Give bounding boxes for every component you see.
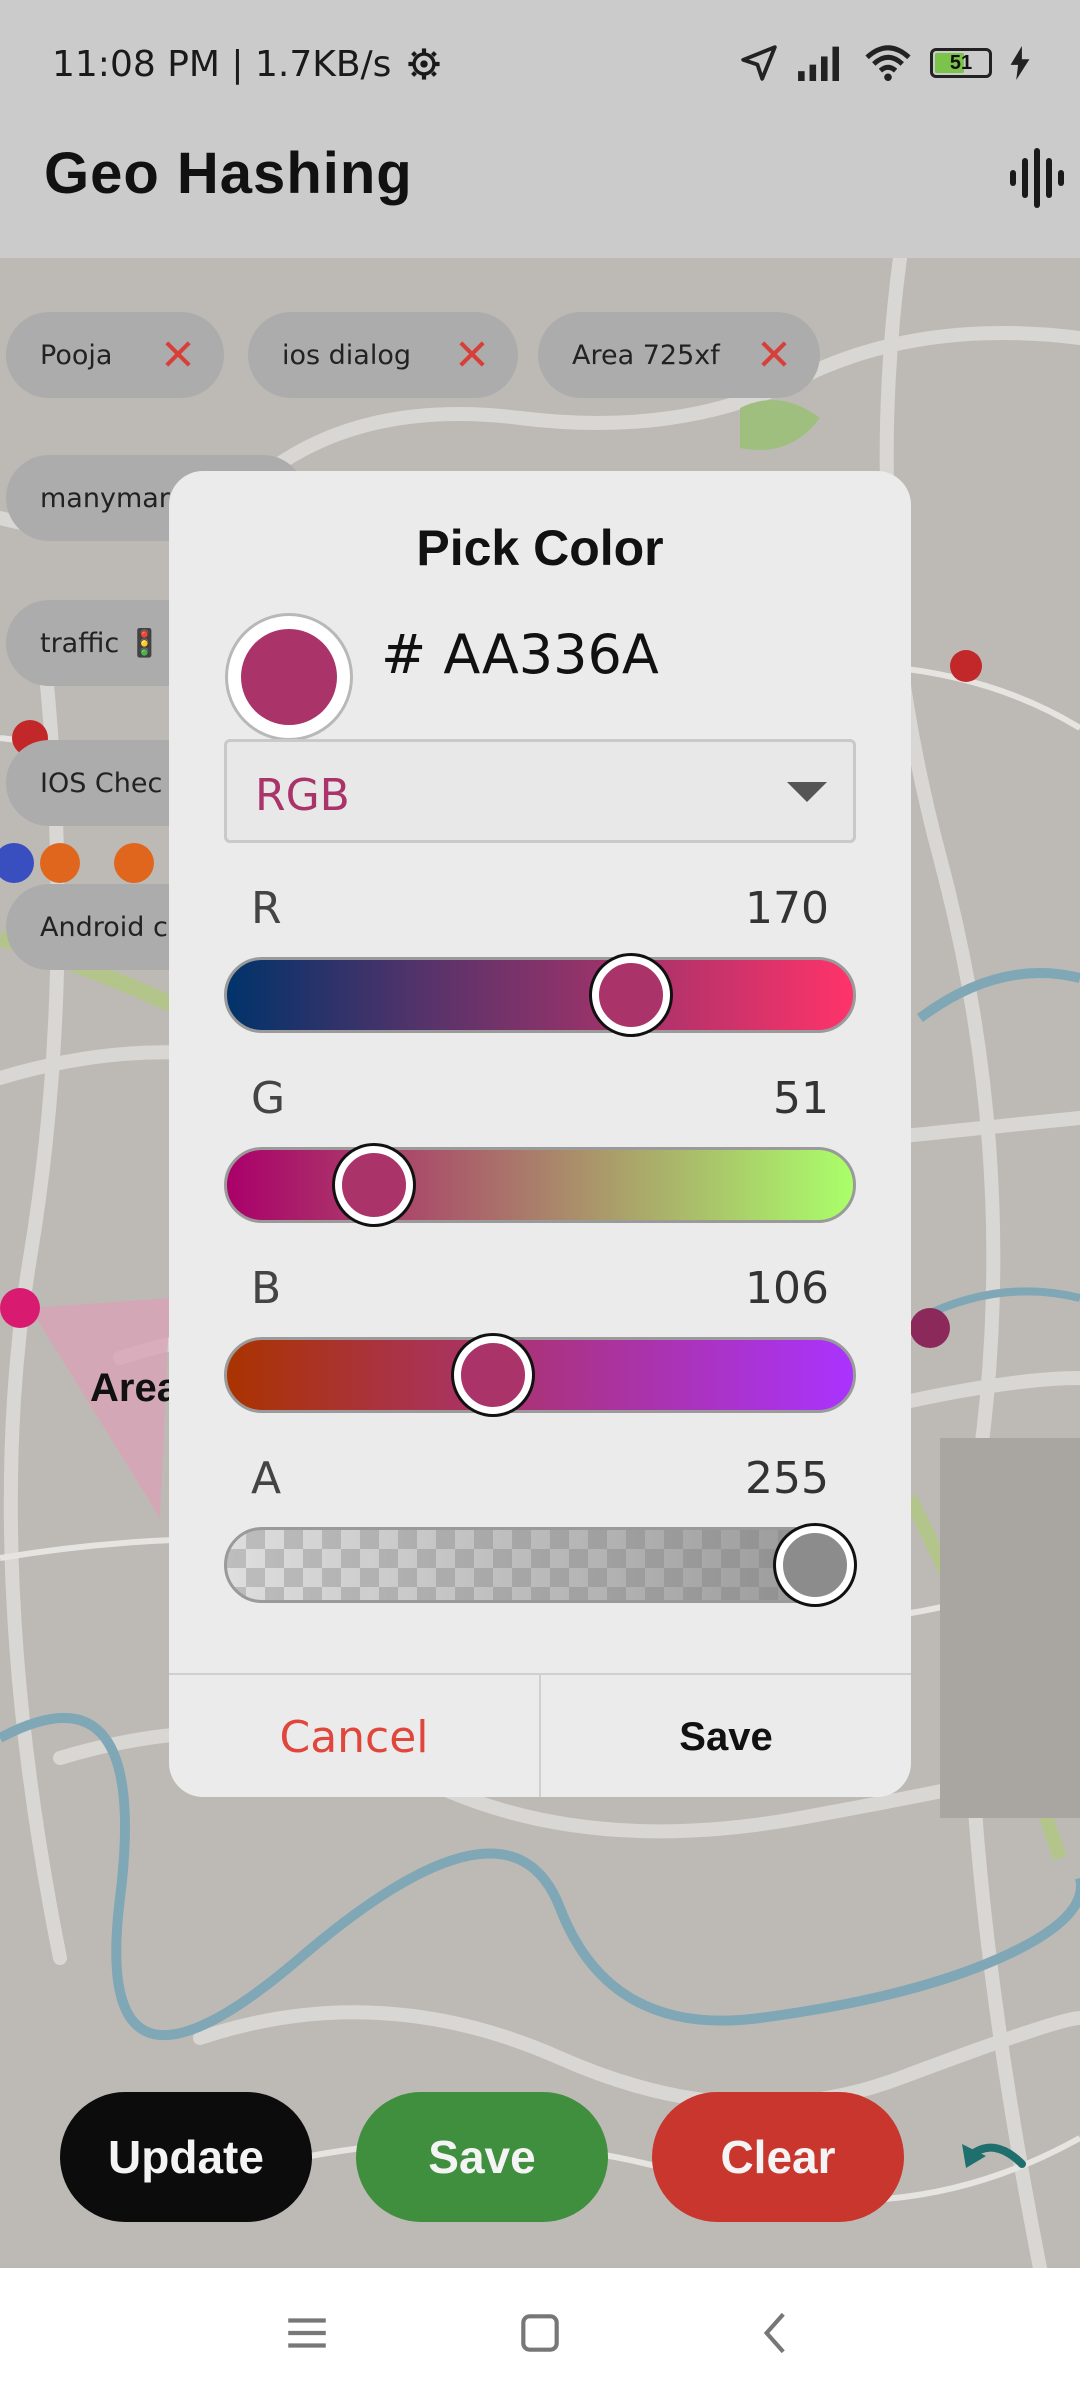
color-picker-dialog: Pick Color # AA336A RGB R 170 G 51 B 106… <box>169 471 911 1797</box>
undo-icon[interactable] <box>958 2132 1030 2188</box>
slider-thumb-r[interactable] <box>591 956 670 1034</box>
channel-value-a: 255 <box>745 1453 829 1504</box>
clear-button[interactable]: Clear <box>652 2092 904 2222</box>
location-arrow-icon <box>741 45 777 81</box>
update-button[interactable]: Update <box>60 2092 312 2222</box>
close-icon[interactable] <box>456 338 488 370</box>
channel-label-g: G <box>251 1073 286 1124</box>
battery-icon: 51 <box>930 48 992 78</box>
channel-value-g: 51 <box>773 1073 829 1124</box>
color-mode-value: RGB <box>255 770 350 821</box>
close-icon[interactable] <box>758 338 790 370</box>
hex-value[interactable]: # AA336A <box>381 623 659 686</box>
slider-thumb-g[interactable] <box>335 1146 414 1224</box>
channel-label-b: B <box>251 1263 282 1314</box>
dialog-actions: Cancel Save <box>169 1673 911 1797</box>
settings-gear-icon <box>408 48 440 80</box>
slider-a[interactable] <box>224 1526 856 1604</box>
slider-thumb-a[interactable] <box>776 1526 855 1604</box>
save-button[interactable]: Save <box>356 2092 608 2222</box>
slider-g[interactable] <box>224 1146 856 1224</box>
system-nav-bar <box>0 2268 1080 2400</box>
voice-waveform-icon[interactable] <box>1006 146 1066 210</box>
color-mode-dropdown[interactable]: RGB <box>224 739 856 843</box>
dialog-save-button[interactable]: Save <box>541 1675 911 1797</box>
color-swatch <box>241 629 337 725</box>
color-preview <box>225 613 353 741</box>
signal-icon <box>798 46 839 81</box>
app-title: Geo Hashing <box>44 141 413 206</box>
dialog-title: Pick Color <box>416 520 664 576</box>
wifi-icon <box>865 45 911 82</box>
slider-b[interactable] <box>224 1336 856 1414</box>
channel-value-b: 106 <box>745 1263 829 1314</box>
close-icon[interactable] <box>162 338 194 370</box>
status-time-speed: 11:08 PM | 1.7KB/s <box>52 44 441 85</box>
charging-icon <box>1010 46 1030 80</box>
map-area-label: Area <box>90 1366 179 1410</box>
chip-area-725xf[interactable]: Area 725xf <box>538 312 820 398</box>
back-icon[interactable] <box>752 2308 802 2358</box>
channel-value-r: 170 <box>745 883 829 934</box>
dropdown-arrow-icon <box>787 782 827 802</box>
status-icons: 51 <box>740 44 1030 82</box>
home-icon[interactable] <box>515 2308 565 2358</box>
channel-label-r: R <box>251 883 282 934</box>
slider-r[interactable] <box>224 956 856 1034</box>
menu-icon[interactable] <box>282 2308 332 2358</box>
channel-label-a: A <box>251 1453 282 1504</box>
slider-thumb-b[interactable] <box>454 1336 533 1414</box>
chip-ios-dialog[interactable]: ios dialog <box>248 312 518 398</box>
cancel-button[interactable]: Cancel <box>169 1675 539 1797</box>
chip-pooja[interactable]: Pooja <box>6 312 224 398</box>
